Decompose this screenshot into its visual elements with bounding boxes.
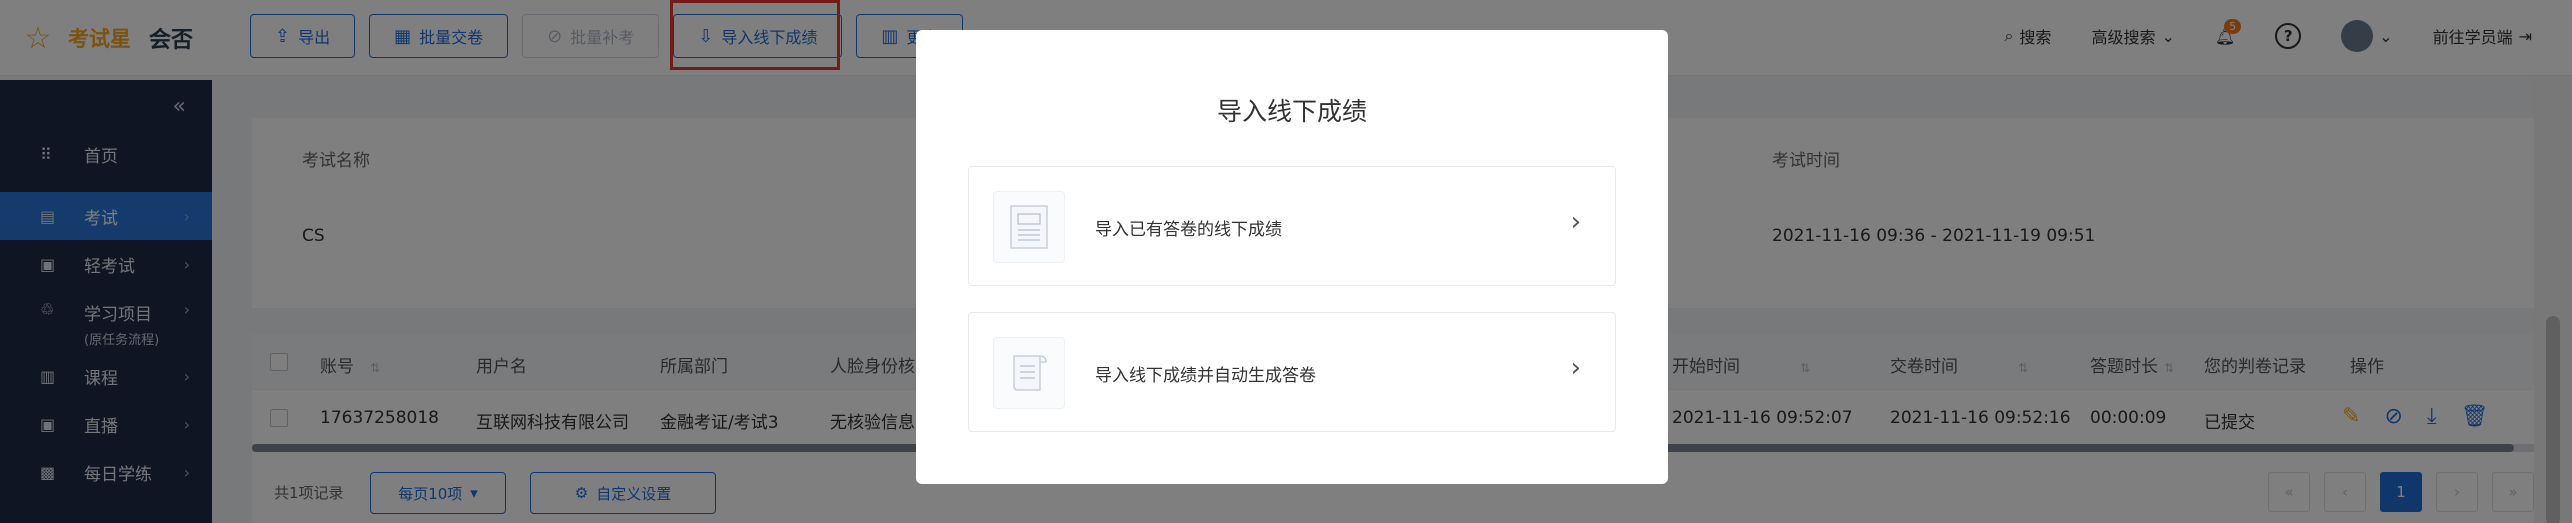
import-offline-scores-dialog: 导入线下成绩 导入已有答卷的线下成绩 › 导入线下成绩并自动生成答卷 › <box>916 30 1668 484</box>
option-label: 导入线下成绩并自动生成答卷 <box>1095 366 1316 386</box>
import-and-generate-answers-option[interactable]: 导入线下成绩并自动生成答卷 › <box>968 312 1616 432</box>
chevron-right-icon: › <box>1570 207 1581 237</box>
import-with-answers-option[interactable]: 导入已有答卷的线下成绩 › <box>968 166 1616 286</box>
scroll-doc-icon <box>993 337 1065 409</box>
score-sheet-icon <box>993 191 1065 263</box>
dialog-title: 导入线下成绩 <box>1216 97 1367 126</box>
chevron-right-icon: › <box>1570 353 1581 383</box>
option-label: 导入已有答卷的线下成绩 <box>1095 220 1282 240</box>
